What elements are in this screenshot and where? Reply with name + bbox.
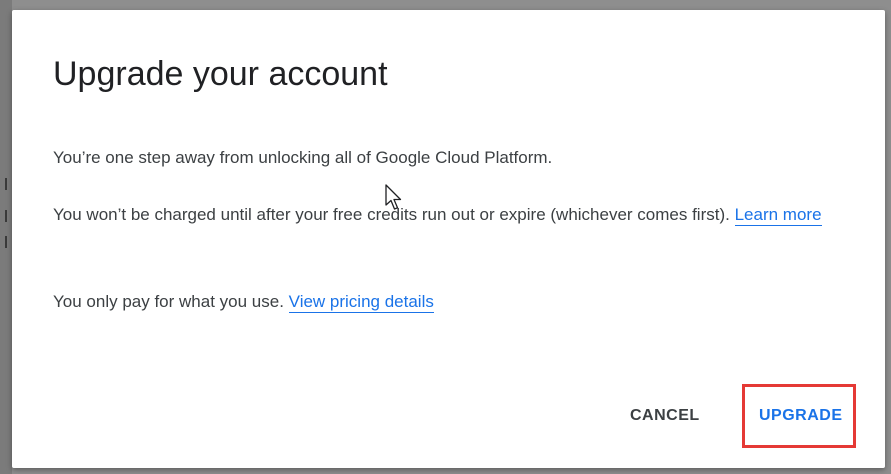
- message-1-text: You’re one step away from unlocking all …: [53, 148, 553, 167]
- learn-more-link[interactable]: Learn more: [734, 205, 822, 226]
- backdrop-mark: [5, 210, 7, 222]
- dialog-message-2: You won’t be charged until after your fr…: [53, 200, 843, 230]
- dialog-message-3: You only pay for what you use. View pric…: [53, 287, 843, 317]
- upgrade-account-dialog: Upgrade your account You’re one step awa…: [12, 10, 885, 468]
- message-3-text: You only pay for what you use.: [53, 292, 284, 311]
- dialog-title: Upgrade your account: [53, 55, 388, 93]
- backdrop-mark: [5, 178, 7, 190]
- dialog-message-1: You’re one step away from unlocking all …: [53, 143, 843, 173]
- upgrade-button[interactable]: UPGRADE: [759, 404, 843, 428]
- mouse-pointer-icon: [385, 184, 402, 210]
- view-pricing-link[interactable]: View pricing details: [288, 292, 434, 313]
- backdrop-mark: [5, 236, 7, 248]
- backdrop-page-edge: [0, 0, 12, 474]
- cancel-button[interactable]: CANCEL: [630, 404, 700, 428]
